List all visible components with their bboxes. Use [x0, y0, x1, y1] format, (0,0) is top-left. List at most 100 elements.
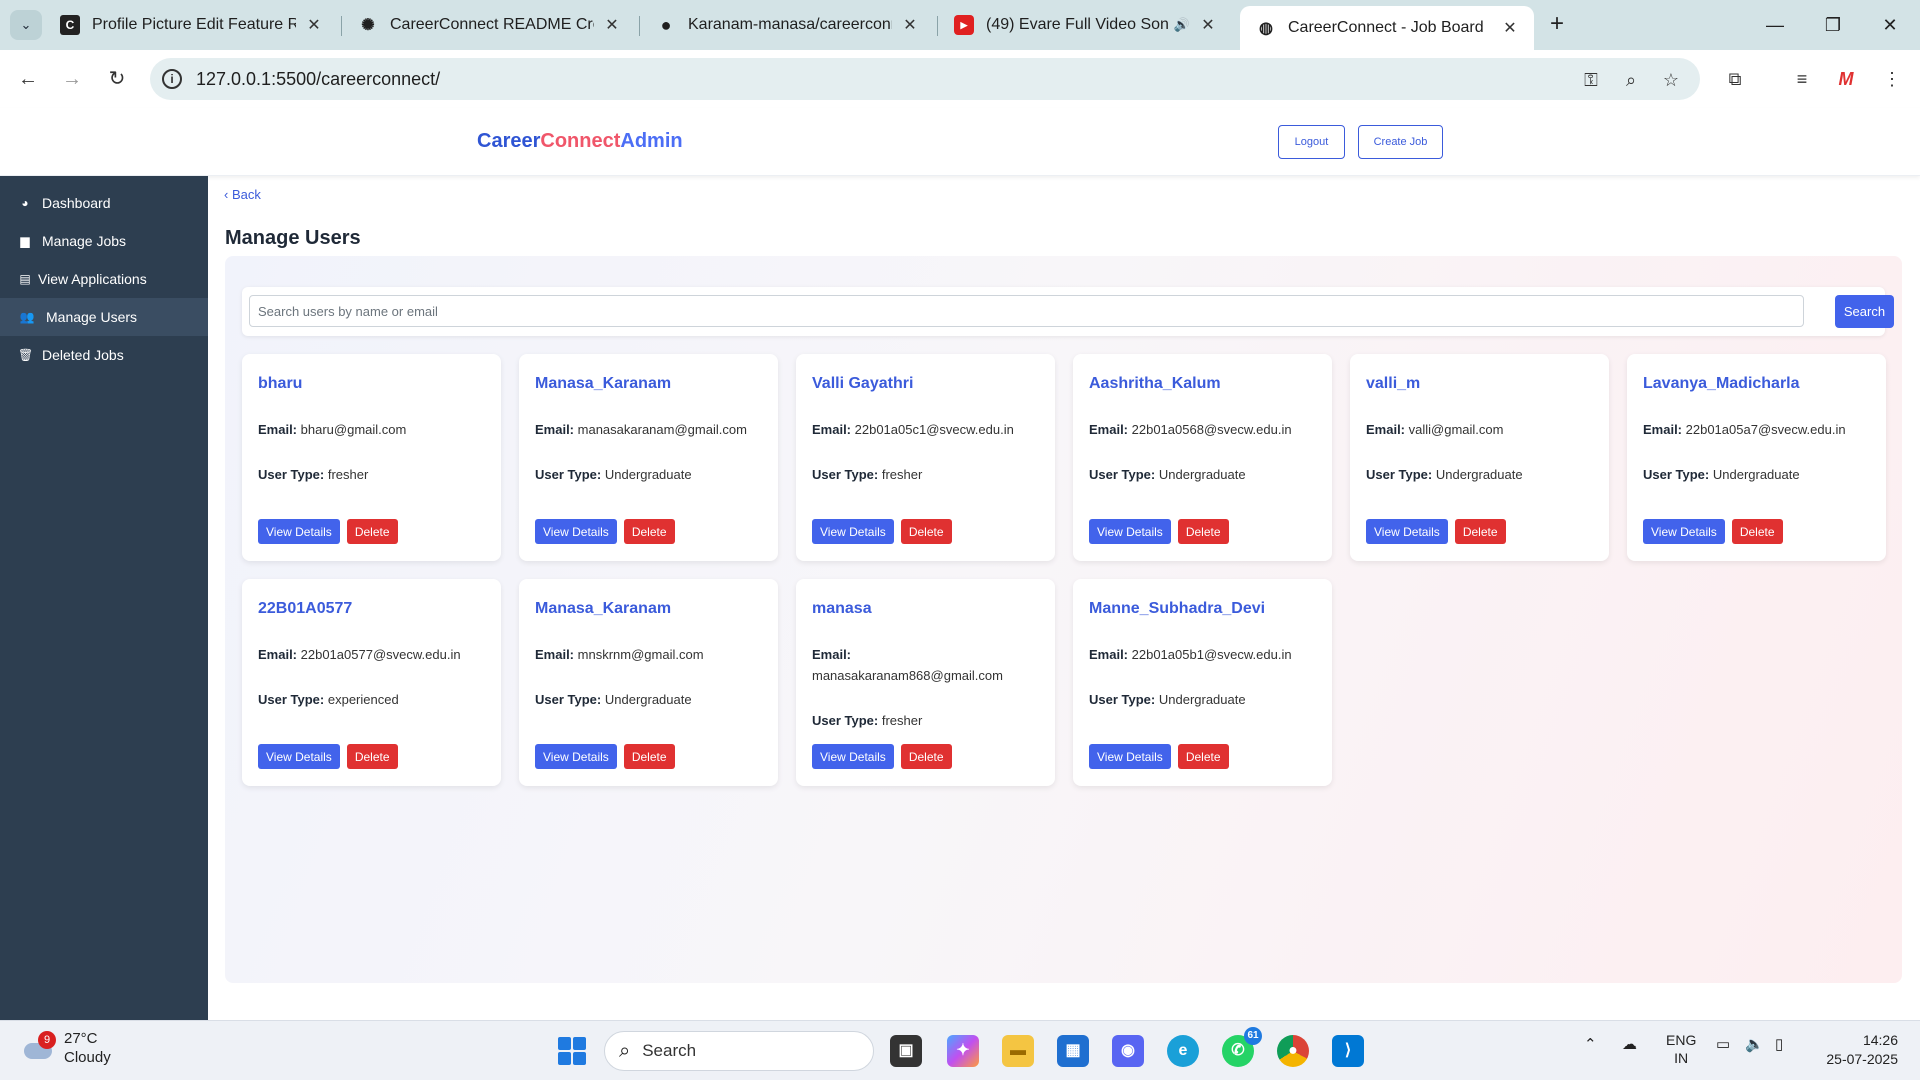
delete-user-button[interactable]: Delete	[346, 744, 398, 769]
tab-search-menu-button[interactable]: ⌄	[10, 10, 42, 40]
tab-close-icon[interactable]: ✕	[900, 15, 920, 35]
view-details-button[interactable]: View Details	[535, 519, 617, 544]
view-details-button[interactable]: View Details	[812, 744, 894, 769]
audio-playing-icon[interactable]: 🔊	[1174, 17, 1190, 33]
delete-user-button[interactable]: Delete	[1177, 744, 1229, 769]
users-icon: 👥	[19, 310, 35, 324]
logout-button[interactable]: Logout	[1278, 125, 1345, 159]
weather-desc: Cloudy	[64, 1049, 111, 1066]
whatsapp-icon[interactable]: ✆ 61	[1222, 1027, 1262, 1067]
cloud-icon: 9	[20, 1031, 56, 1061]
brand-part-admin: Admin	[620, 130, 683, 152]
delete-user-button[interactable]: Delete	[623, 519, 675, 544]
browser-tab[interactable]: ✺ CareerConnect README Creatio ✕	[342, 6, 636, 44]
restore-icon[interactable]: ❐	[1813, 8, 1853, 42]
browser-tab[interactable]: C Profile Picture Edit Feature R | C ✕	[44, 6, 338, 44]
delete-user-button[interactable]: Delete	[1731, 519, 1783, 544]
delete-user-button[interactable]: Delete	[900, 744, 952, 769]
user-card-grid: bharu Email: bharu@gmail.com User Type: …	[242, 354, 1902, 786]
volume-icon[interactable]: 🔈	[1745, 1035, 1764, 1053]
browser-tab[interactable]: ▶ (49) Evare Full Video Song | 🔊 ✕	[938, 6, 1232, 44]
card-actions: View Details Delete	[812, 519, 952, 544]
tab-close-icon[interactable]: ✕	[304, 15, 324, 35]
delete-user-button[interactable]: Delete	[623, 744, 675, 769]
forward-arrow-icon[interactable]: →	[56, 63, 88, 95]
taskbar-search[interactable]: ⌕ Search	[604, 1031, 874, 1071]
reload-icon[interactable]: ↻	[101, 63, 133, 95]
new-tab-button[interactable]: +	[1542, 10, 1572, 40]
view-details-button[interactable]: View Details	[258, 744, 340, 769]
back-arrow-icon[interactable]: ←	[12, 63, 44, 95]
chevron-up-icon[interactable]: ⌃	[1584, 1035, 1597, 1053]
user-type-value: Undergraduate	[1712, 467, 1800, 482]
site-info-icon[interactable]: i	[162, 69, 182, 89]
view-details-button[interactable]: View Details	[258, 519, 340, 544]
sidebar-item-view-applications[interactable]: ▤ View Applications	[0, 260, 208, 298]
create-job-button[interactable]: Create Job	[1358, 125, 1443, 159]
vscode-icon[interactable]: ⟩	[1332, 1035, 1364, 1067]
weather-badge: 9	[38, 1031, 56, 1049]
search-button[interactable]: Search	[1835, 295, 1894, 328]
sidebar-item-dashboard[interactable]: ◕ Dashboard	[0, 184, 208, 222]
sidebar-item-manage-users[interactable]: 👥 Manage Users	[0, 298, 208, 336]
user-card: Manne_Subhadra_Devi Email: 22b01a05b1@sv…	[1073, 579, 1332, 786]
url-text[interactable]: 127.0.0.1:5500/careerconnect/	[196, 69, 440, 90]
search-input[interactable]	[249, 295, 1804, 327]
tab-close-icon[interactable]: ✕	[1198, 15, 1218, 35]
view-details-button[interactable]: View Details	[812, 519, 894, 544]
password-key-icon[interactable]: ⚿	[1578, 67, 1604, 93]
bookmark-star-icon[interactable]: ☆	[1658, 67, 1684, 93]
user-type-label: User Type:	[535, 692, 602, 707]
windows-start-icon[interactable]	[558, 1037, 586, 1065]
user-type-value: fresher	[881, 713, 923, 728]
user-name: Manasa_Karanam	[535, 375, 672, 392]
copilot-icon[interactable]: ✦	[947, 1035, 979, 1067]
profile-avatar-icon[interactable]: M	[1830, 63, 1862, 95]
address-bar[interactable]: i 127.0.0.1:5500/careerconnect/ ⚿ ⌕ ☆	[150, 58, 1700, 100]
user-email: Email: bharu@gmail.com	[258, 419, 485, 440]
email-label: Email:	[1366, 422, 1406, 437]
browser-tab[interactable]: ● Karanam-manasa/careerconnec ✕	[640, 6, 934, 44]
brand-part-career: Career	[477, 130, 541, 152]
chrome-icon[interactable]: ●	[1277, 1035, 1309, 1067]
sidebar-item-label: Manage Users	[46, 309, 138, 325]
brand-logo[interactable]: CareerConnectAdmin	[477, 130, 683, 153]
user-email: Email: 22b01a0577@svecw.edu.in	[258, 644, 485, 665]
sidebar-item-deleted-jobs[interactable]: 🗑 Deleted Jobs	[0, 336, 208, 374]
view-details-button[interactable]: View Details	[535, 744, 617, 769]
view-details-button[interactable]: View Details	[1643, 519, 1725, 544]
battery-icon[interactable]: ▯	[1775, 1035, 1783, 1053]
language-indicator[interactable]: ENG IN	[1666, 1031, 1696, 1067]
view-details-button[interactable]: View Details	[1089, 744, 1171, 769]
extensions-icon[interactable]: ⧉	[1719, 63, 1751, 95]
minimize-icon[interactable]: —	[1755, 8, 1795, 42]
view-details-button[interactable]: View Details	[1089, 519, 1171, 544]
delete-user-button[interactable]: Delete	[1454, 519, 1506, 544]
weather-widget[interactable]: 9 27°C Cloudy	[20, 1029, 111, 1067]
discord-icon[interactable]: ◉	[1112, 1035, 1144, 1067]
browser-tab-active[interactable]: ◍ CareerConnect - Job Board ✕	[1240, 6, 1534, 50]
back-link[interactable]: ‹ Back	[224, 187, 261, 202]
zoom-icon[interactable]: ⌕	[1618, 67, 1644, 93]
user-type-value: Undergraduate	[604, 467, 692, 482]
user-type-value: Undergraduate	[604, 692, 692, 707]
task-view-icon[interactable]: ▣	[890, 1035, 922, 1067]
microsoft-store-icon[interactable]: ▦	[1057, 1035, 1089, 1067]
user-email: Email: manasakaranam@gmail.com	[535, 419, 762, 440]
system-clock[interactable]: 14:26 25-07-2025	[1812, 1031, 1898, 1069]
delete-user-button[interactable]: Delete	[900, 519, 952, 544]
onedrive-icon[interactable]: ☁	[1622, 1035, 1637, 1053]
sidebar-item-manage-jobs[interactable]: ▆ Manage Jobs	[0, 222, 208, 260]
delete-user-button[interactable]: Delete	[1177, 519, 1229, 544]
media-control-icon[interactable]: ≡	[1786, 63, 1818, 95]
email-label: Email:	[535, 647, 575, 662]
tab-close-icon[interactable]: ✕	[1500, 18, 1520, 38]
file-explorer-icon[interactable]: ▬	[1002, 1035, 1034, 1067]
close-window-icon[interactable]: ✕	[1870, 8, 1910, 42]
tab-close-icon[interactable]: ✕	[602, 15, 622, 35]
view-details-button[interactable]: View Details	[1366, 519, 1448, 544]
kebab-menu-icon[interactable]: ⋮	[1876, 63, 1908, 95]
network-icon[interactable]: ▭	[1716, 1035, 1730, 1053]
delete-user-button[interactable]: Delete	[346, 519, 398, 544]
edge-icon[interactable]: e	[1167, 1035, 1199, 1067]
